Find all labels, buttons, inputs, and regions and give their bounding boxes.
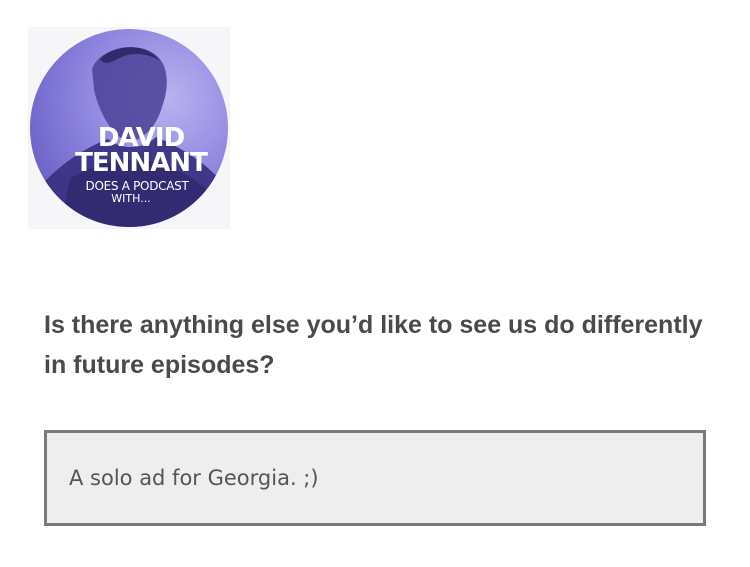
- answer-text: A solo ad for Georgia. ;): [69, 466, 319, 490]
- survey-question: Is there anything else you’d like to see…: [44, 311, 703, 379]
- logo-title-line2: TENNANT: [75, 148, 208, 178]
- logo-subtitle-line2: WITH...: [111, 192, 151, 205]
- podcast-logo-container: DAVID TENNANT DOES A PODCAST WITH...: [28, 27, 230, 229]
- podcast-logo: DAVID TENNANT DOES A PODCAST WITH...: [30, 29, 228, 227]
- answer-field[interactable]: A solo ad for Georgia. ;): [44, 430, 706, 526]
